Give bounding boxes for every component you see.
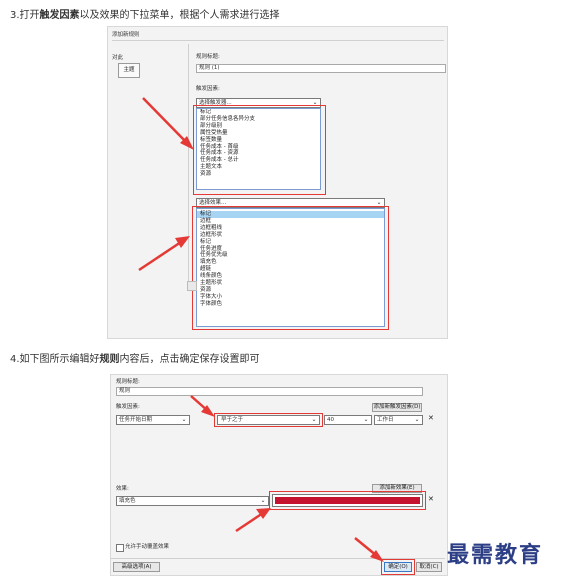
chevron-down-icon[interactable]: ⌄ <box>413 416 421 424</box>
rule-title-label: 规则标题: <box>196 54 220 60</box>
unit-select[interactable]: 工作日 ⌄ <box>374 415 423 425</box>
chevron-down-icon[interactable]: ⌄ <box>180 416 188 424</box>
remove-trigger-icon[interactable]: ✕ <box>428 414 434 422</box>
step4-heading: 4.如下图所示编辑好规则内容后，点击确定保存设置即可 <box>10 354 260 365</box>
trigger-label: 触发因素: <box>116 404 140 410</box>
remove-effect-icon[interactable]: ✕ <box>428 495 434 503</box>
add-trigger-button[interactable]: 添加新触发因素(D) <box>372 403 422 412</box>
page: { "step3": {"prefix": "3.打开", "bold": "触… <box>0 0 562 583</box>
condition-highlight-box <box>214 413 323 427</box>
cancel-button[interactable]: 取消(C) <box>416 562 442 572</box>
arrow-icon <box>190 395 215 417</box>
rule-title-input[interactable]: 规则 (1) <box>196 64 446 73</box>
advanced-options-button[interactable]: 高级选项(A) <box>113 562 160 572</box>
title-divider <box>112 40 444 41</box>
trigger-field-select[interactable]: 任务开始日期 ⌄ <box>116 415 190 425</box>
topic-button[interactable]: 主题 <box>118 63 140 78</box>
effect-highlight-box <box>192 206 389 330</box>
color-highlight-box <box>269 491 426 510</box>
trigger-highlight-box <box>193 105 326 195</box>
arrow-icon <box>142 97 194 150</box>
target-label: 对此 <box>112 55 124 61</box>
chevron-down-icon[interactable]: ⌄ <box>362 416 370 424</box>
arrow-icon <box>354 537 384 562</box>
checkbox-label: 允许手动覆盖效果 <box>125 544 170 550</box>
arrow-icon <box>138 236 190 272</box>
amount-select[interactable]: 40 ⌄ <box>324 415 372 425</box>
step3-heading: 3.打开触发因素以及效果的下拉菜单，根据个人需求进行选择 <box>10 10 280 21</box>
arrow-icon <box>235 508 271 533</box>
rule-title-input[interactable]: 规则 <box>116 387 423 396</box>
effect-label: 效果: <box>116 486 129 492</box>
manual-override-checkbox[interactable] <box>116 544 124 552</box>
trigger-label: 触发因素: <box>196 86 220 92</box>
dialog-title: 添加新规则 <box>112 32 140 38</box>
rule-title-label: 规则标题: <box>116 379 140 385</box>
watermark-logo: 最需教育 <box>447 542 544 568</box>
hidden-button-edge <box>187 281 197 291</box>
